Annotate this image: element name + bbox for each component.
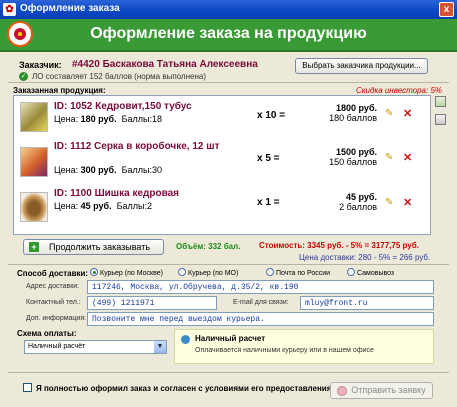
address-label: Адрес доставки: — [26, 283, 80, 290]
delete-icon[interactable]: ✕ — [403, 107, 412, 120]
divider — [8, 264, 449, 265]
email-label: E-mail для связи: — [233, 299, 289, 306]
payment-select[interactable]: Наличный расчёт ▼ — [24, 340, 167, 354]
product-row[interactable]: ID: 1100 Шишка кедровая Цена: 45 руб. Ба… — [14, 186, 432, 230]
payment-info-text: Оплачивается наличными курьеру или в наш… — [195, 347, 374, 354]
close-window-button[interactable]: x — [439, 2, 454, 17]
product-quantity[interactable]: x 1 = — [257, 197, 280, 208]
product-title: ID: 1100 Шишка кедровая — [54, 188, 179, 199]
agree-checkbox[interactable]: Я полностью оформил заказ и согласен с у… — [23, 383, 334, 393]
payment-scheme-label: Схема оплаты: — [17, 329, 77, 338]
payment-info-title: Наличный расчет — [195, 334, 266, 343]
product-title: ID: 1112 Серка в коробочке, 12 шт — [54, 141, 220, 152]
delete-icon[interactable]: ✕ — [403, 196, 412, 209]
app-icon: ✿ — [3, 3, 16, 16]
product-quantity[interactable]: x 5 = — [257, 153, 280, 164]
products-label: Заказанная продукция: — [13, 86, 106, 95]
delivery-method-label: Способ доставки: — [17, 269, 89, 278]
window-titlebar: ✿ Оформление заказа x — [0, 0, 457, 19]
order-cost: Стоимость: 3345 руб. - 5% = 3177,75 руб. — [259, 241, 419, 250]
customer-name: #4420 Баскакова Татьяна Алексеевна — [72, 59, 258, 70]
window-title: Оформление заказа — [20, 3, 120, 14]
product-row[interactable]: ID: 1112 Серка в коробочке, 12 шт Цена: … — [14, 141, 432, 185]
product-title: ID: 1052 Кедровит,150 тубус — [54, 101, 192, 112]
edit-pencil-icon[interactable]: ✎ — [385, 197, 393, 208]
chevron-down-icon[interactable]: ▼ — [154, 341, 166, 353]
product-quantity[interactable]: x 10 = — [257, 110, 285, 121]
send-request-button[interactable]: Отправить заявку — [330, 382, 433, 399]
product-price: Цена: 300 руб. Баллы:30 — [54, 165, 163, 175]
continue-ordering-button[interactable]: + Продолжить заказывать — [23, 239, 164, 255]
product-list[interactable]: ID: 1052 Кедровит,150 тубус Цена: 180 ру… — [13, 95, 431, 235]
edit-pencil-icon[interactable]: ✎ — [385, 108, 393, 119]
check-icon: ✓ — [19, 72, 28, 81]
product-price: Цена: 180 руб. Баллы:18 — [54, 114, 163, 124]
product-sum: 1500 руб. 150 баллов — [329, 147, 377, 167]
lo-status-text: ЛО составляет 152 баллов (норма выполнен… — [32, 72, 206, 81]
delete-icon[interactable]: ✕ — [403, 151, 412, 164]
product-sum: 1800 руб. 180 баллов — [329, 103, 377, 123]
plus-icon: + — [29, 242, 39, 252]
radio-post-russia[interactable]: Почта по России — [266, 268, 330, 277]
email-field[interactable]: mluy@front.ru — [300, 296, 434, 310]
product-row[interactable]: ID: 1052 Кедровит,150 тубус Цена: 180 ру… — [14, 96, 432, 140]
list-view-icon[interactable] — [435, 114, 446, 125]
page-title: Оформление заказа на продукцию — [90, 25, 367, 42]
payment-info-box: Наличный расчет Оплачивается наличными к… — [174, 329, 434, 364]
investor-discount: Скидка инвестора: 5% — [355, 86, 442, 95]
product-image — [20, 102, 48, 132]
delivery-price: Цена доставки: 280 - 5% = 266 руб. — [299, 253, 431, 262]
radio-pickup[interactable]: Самовывоз — [347, 268, 394, 277]
extra-info-field[interactable]: Позвоните мне перед выездом курьера. — [87, 312, 434, 326]
product-sum: 45 руб. 2 баллов — [339, 192, 377, 212]
customer-label: Заказчик: — [19, 60, 62, 70]
product-price: Цена: 45 руб. Баллы:2 — [54, 201, 153, 211]
edit-pencil-icon[interactable]: ✎ — [385, 152, 393, 163]
divider — [8, 372, 449, 373]
send-icon — [337, 386, 347, 396]
address-field[interactable]: 117246, Москва, ул.Обручева, д.35/2, кв.… — [87, 280, 434, 294]
order-volume: Объём: 332 бал. — [176, 242, 241, 251]
phone-label: Контактный тел.: — [26, 299, 81, 306]
info-icon — [181, 335, 190, 344]
header-banner: Оформление заказа на продукцию — [0, 19, 457, 52]
product-image — [20, 147, 48, 177]
radio-courier-mo[interactable]: Курьер (по МО) — [178, 268, 238, 277]
choose-customer-button[interactable]: Выбрать заказчика продукции... — [295, 58, 428, 74]
table-view-icon[interactable] — [435, 96, 446, 107]
extra-info-label: Доп. информация: — [26, 315, 87, 322]
radio-courier-moscow[interactable]: Курьер (по Москве) — [90, 268, 163, 277]
divider — [8, 82, 449, 83]
product-image — [20, 192, 48, 222]
phone-field[interactable]: (499) 1211971 — [87, 296, 217, 310]
